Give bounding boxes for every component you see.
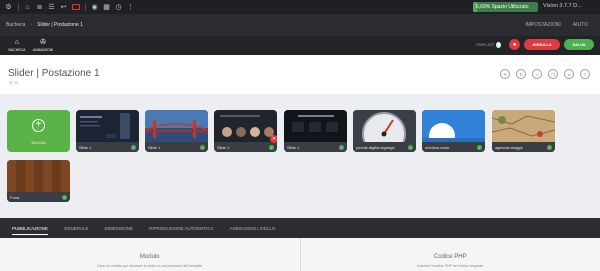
home-icon[interactable]: ⌂ bbox=[22, 2, 33, 13]
error-icon[interactable]: ✕ bbox=[270, 135, 277, 143]
check-icon: ✓ bbox=[547, 145, 552, 150]
check-icon: ✓ bbox=[62, 195, 67, 200]
storage-usage-bar: 6,69% Spazio Utilizzato bbox=[473, 2, 538, 12]
check-icon: ✓ bbox=[131, 145, 136, 150]
slide-tile[interactable]: Slide 1 ✓ bbox=[284, 110, 347, 152]
tab-layer-animations[interactable]: ANIMAZIONI LIVELLO bbox=[230, 218, 276, 238]
action-area: TEMPLATE ● ANNULLA SALVA bbox=[476, 39, 594, 50]
slide-tile[interactable]: yoonik-digital-signage ✓ bbox=[353, 110, 416, 152]
php-code-description: Inserisci il codice PHP nel codice sorge… bbox=[417, 264, 484, 268]
save-button[interactable]: SALVA bbox=[564, 39, 594, 50]
tab-autoplay[interactable]: RIPRODUZIONE AUTOMATICA bbox=[149, 218, 214, 238]
settings-tabs: PUBBLICAZIONE GENERALE DIMENSIONE RIPROD… bbox=[0, 218, 600, 238]
tab-publication[interactable]: PUBBLICAZIONE bbox=[12, 218, 49, 238]
divider bbox=[18, 3, 19, 11]
slide-caption: Slide 1 bbox=[145, 142, 208, 152]
version-label: Vision 3.7.7 D... bbox=[543, 3, 582, 9]
storage-usage-label: 6,69% Spazio Utilizzato bbox=[476, 4, 529, 10]
slide-tile[interactable]: Food ✓ bbox=[7, 160, 70, 202]
grid-icon[interactable]: ▦ bbox=[101, 2, 112, 13]
slide-thumbnail bbox=[145, 110, 208, 142]
publication-options: Modulo Crea un modulo per mostrare lo sl… bbox=[0, 238, 600, 271]
slide-thumbnail bbox=[353, 110, 416, 142]
code-icon[interactable]: ‹› bbox=[532, 69, 542, 79]
tab-dimension[interactable]: DIMENSIONE bbox=[105, 218, 134, 238]
top-bar: ⚙ ⌂ ≣ ☰ ↩ ◉ ▦ ◷ ⋮ 6,69% Spazio Utilizzat… bbox=[0, 0, 600, 14]
dashboard-label: BACHECA bbox=[8, 48, 26, 52]
page-header: Slider | Postazione 1 ID: 75 ✎ ↻ ‹› ❐ ∞ … bbox=[0, 55, 600, 94]
slide-thumbnail bbox=[422, 110, 485, 142]
cancel-button[interactable]: ANNULLA bbox=[524, 39, 560, 50]
lightbulb-icon[interactable] bbox=[496, 41, 501, 48]
templates-label[interactable]: TEMPLATE bbox=[476, 43, 494, 47]
breadcrumb-item-dashboard[interactable]: Bacheca bbox=[6, 22, 25, 28]
slide-thumbnail bbox=[284, 110, 347, 142]
slide-tile[interactable]: Slide 1 ✓ bbox=[76, 110, 139, 152]
slide-thumbnail bbox=[7, 160, 70, 192]
gear-icon[interactable]: ⚙ bbox=[3, 2, 14, 13]
settings-panel: PUBBLICAZIONE GENERALE DIMENSIONE RIPROD… bbox=[0, 218, 600, 271]
home-icon: ⌂ bbox=[14, 39, 20, 46]
php-code-panel[interactable]: Codice PHP Inserisci il codice PHP nel c… bbox=[301, 238, 600, 271]
nav-links: IMPOSTAZIONI AIUTO bbox=[525, 14, 600, 36]
page-title: Slider | Postazione 1 bbox=[8, 68, 100, 79]
add-slide-tile[interactable]: + NUOVA bbox=[7, 110, 70, 152]
notification-icon[interactable]: ● bbox=[509, 39, 520, 50]
animation-button[interactable]: ✇ ANIMAZIONI bbox=[30, 36, 56, 55]
header-actions: ✎ ↻ ‹› ❐ ∞ ⇪ bbox=[494, 69, 590, 79]
module-heading: Modulo bbox=[139, 254, 160, 260]
settings-link[interactable]: IMPOSTAZIONI bbox=[525, 22, 560, 28]
reply-icon[interactable]: ↩ bbox=[58, 2, 69, 13]
php-code-heading: Codice PHP bbox=[433, 254, 467, 260]
slide-caption: Slide 1 bbox=[76, 142, 139, 152]
export-icon[interactable]: ⇪ bbox=[580, 69, 590, 79]
duplicate-icon[interactable]: ❐ bbox=[548, 69, 558, 79]
menu-icon[interactable]: ☰ bbox=[46, 2, 57, 13]
toolbar: ⌂ BACHECA ✇ ANIMAZIONI TEMPLATE ● ANNULL… bbox=[0, 36, 600, 55]
slide-thumbnail bbox=[76, 110, 139, 142]
breadcrumb-item-current: Slider | Postazione 1 bbox=[37, 22, 83, 28]
breadcrumb-separator: › bbox=[30, 22, 33, 28]
slide-caption: yoonik-digital-signage bbox=[353, 142, 416, 152]
check-icon: ✓ bbox=[269, 145, 274, 150]
edit-icon[interactable]: ✎ bbox=[500, 69, 510, 79]
slide-thumbnail bbox=[492, 110, 555, 142]
slide-thumbnail bbox=[214, 110, 277, 142]
check-icon: ✓ bbox=[477, 145, 482, 150]
slide-tile[interactable]: Slide 1 ✓ bbox=[145, 110, 208, 152]
slide-caption: agenzia-viaggio bbox=[492, 142, 555, 152]
clock-icon[interactable]: ◷ bbox=[113, 2, 124, 13]
link-icon[interactable]: ∞ bbox=[564, 69, 574, 79]
page-subtitle: ID: 75 bbox=[9, 81, 19, 85]
monitor-icon[interactable] bbox=[70, 2, 81, 13]
refresh-icon[interactable]: ↻ bbox=[516, 69, 526, 79]
add-slide-label: NUOVA bbox=[31, 140, 46, 145]
slide-tile[interactable]: Slide 1 ✓ ✕ bbox=[214, 110, 277, 152]
slide-caption: medical-room bbox=[422, 142, 485, 152]
dashboard-button[interactable]: ⌂ BACHECA bbox=[4, 36, 30, 55]
plus-icon: + bbox=[32, 119, 45, 132]
help-link[interactable]: AIUTO bbox=[573, 22, 588, 28]
check-icon: ✓ bbox=[339, 145, 344, 150]
tab-general[interactable]: GENERALE bbox=[64, 218, 89, 238]
film-icon: ✇ bbox=[40, 39, 46, 46]
slide-caption: Slide 1 bbox=[284, 142, 347, 152]
check-icon: ✓ bbox=[200, 145, 205, 150]
module-panel[interactable]: Modulo Crea un modulo per mostrare lo sl… bbox=[0, 238, 301, 271]
module-description: Crea un modulo per mostrare lo slider in… bbox=[97, 264, 203, 268]
check-icon: ✓ bbox=[408, 145, 413, 150]
slide-tile[interactable]: agenzia-viaggio ✓ bbox=[492, 110, 555, 152]
list-icon[interactable]: ≣ bbox=[34, 2, 45, 13]
slide-caption: Food bbox=[7, 192, 70, 202]
divider bbox=[85, 3, 86, 11]
breadcrumb: Bacheca › Slider | Postazione 1 IMPOSTAZ… bbox=[0, 14, 600, 36]
slide-caption: Slide 1 bbox=[214, 142, 277, 152]
slide-tile[interactable]: medical-room ✓ bbox=[422, 110, 485, 152]
eye-icon[interactable]: ◉ bbox=[89, 2, 100, 13]
more-icon[interactable]: ⋮ bbox=[125, 2, 136, 13]
animation-label: ANIMAZIONI bbox=[32, 48, 54, 52]
